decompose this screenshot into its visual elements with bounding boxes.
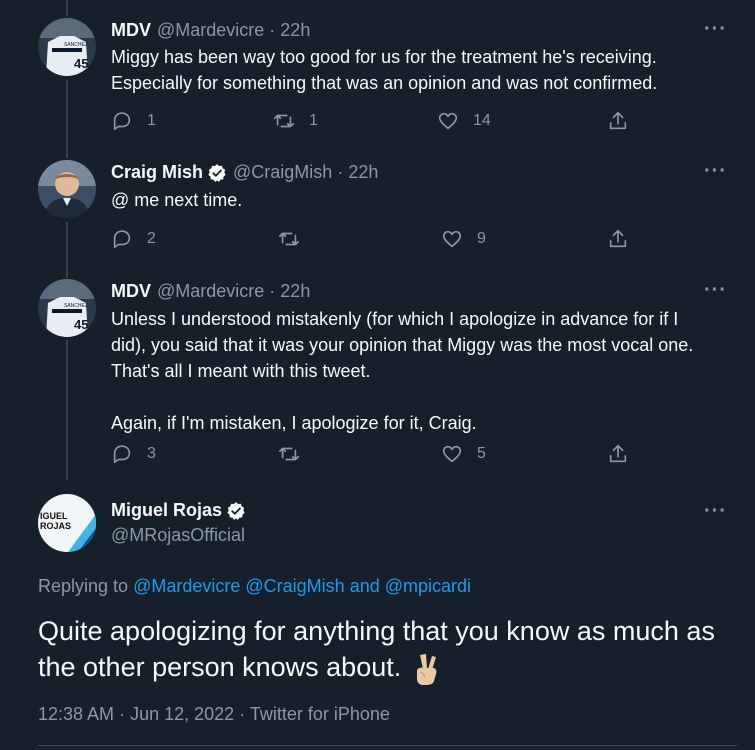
svg-text:45: 45 — [74, 317, 88, 332]
main-tweet-text: Quite apologizing for anything that you … — [38, 613, 738, 685]
tweet-text: Unless I understood mistakenly (for whic… — [111, 309, 694, 433]
reply-button[interactable]: 2 — [111, 228, 156, 250]
tweet-meta: 12:38 AM · Jun 12, 2022 · Twitter for iP… — [38, 704, 390, 725]
share-button[interactable] — [607, 443, 629, 465]
tweet-date[interactable]: Jun 12, 2022 — [130, 704, 234, 724]
tweet-source[interactable]: Twitter for iPhone — [250, 704, 390, 724]
jersey-avatar-icon: 45 SANCHEZ — [38, 18, 96, 76]
mention-and: and — [349, 576, 380, 596]
tweet-header: MDV @Mardevicre · 22h — [111, 20, 310, 41]
author-name[interactable]: Craig Mish — [111, 162, 203, 183]
author-handle[interactable]: @Mardevicre — [157, 20, 264, 41]
timestamp[interactable]: 22h — [280, 281, 310, 302]
tweet-text: @ me next time. — [111, 190, 243, 210]
retweet-count: 1 — [309, 112, 318, 129]
separator: · — [239, 704, 250, 724]
action-bar: 1 1 14 — [111, 110, 641, 134]
reply-button[interactable]: 3 — [111, 443, 156, 465]
reply-count: 3 — [147, 445, 156, 462]
timestamp[interactable]: 22h — [280, 20, 310, 41]
retweet-icon — [279, 447, 299, 461]
more-options-button[interactable]: ··· — [704, 279, 727, 302]
svg-text:45: 45 — [74, 56, 88, 71]
author-name[interactable]: MDV — [111, 281, 151, 302]
author-name[interactable]: MDV — [111, 20, 151, 41]
mention-link[interactable]: @Mardevicre — [133, 576, 240, 596]
verified-badge-icon — [208, 163, 226, 182]
author-name-line: Miguel Rojas — [111, 500, 246, 521]
reply-icon — [113, 112, 131, 131]
avatar[interactable]: IGUEL ROJAS — [38, 494, 96, 552]
retweet-button[interactable] — [278, 443, 314, 465]
author-handle[interactable]: @CraigMish — [233, 162, 332, 183]
tweet[interactable]: 45 SANCHEZ MDV @Mardevicre · 22h ··· Mig… — [0, 0, 755, 150]
replying-prefix: Replying to — [38, 576, 129, 596]
avatar[interactable] — [38, 160, 96, 218]
reply-button[interactable]: 1 — [111, 110, 156, 132]
reply-count: 1 — [147, 112, 156, 129]
retweet-button[interactable]: 1 — [273, 110, 318, 132]
more-options-button[interactable]: ··· — [704, 160, 727, 183]
author-handle[interactable]: @Mardevicre — [157, 281, 264, 302]
logo-avatar-icon: IGUEL ROJAS — [38, 494, 96, 552]
tweet[interactable]: Craig Mish @CraigMish · 22h ··· @ me nex… — [0, 150, 755, 270]
reply-icon — [113, 445, 131, 464]
like-button[interactable]: 9 — [441, 228, 486, 250]
person-avatar-icon — [38, 160, 96, 218]
main-tweet-body: Quite apologizing for anything that you … — [38, 616, 715, 682]
like-button[interactable]: 14 — [437, 110, 491, 132]
separator: · — [269, 281, 276, 301]
share-icon — [609, 229, 627, 248]
retweet-button[interactable] — [278, 228, 314, 250]
more-options-button[interactable]: ··· — [704, 500, 727, 523]
mention-link[interactable]: @mpicardi — [385, 576, 471, 596]
main-tweet: IGUEL ROJAS Miguel Rojas @MRojasOfficial… — [0, 480, 755, 750]
retweet-icon — [274, 114, 294, 128]
tweet-text: Miggy has been way too good for us for t… — [111, 47, 658, 93]
heart-icon — [442, 230, 462, 248]
share-button[interactable] — [607, 110, 629, 132]
like-count: 9 — [477, 230, 486, 247]
tweet-header: MDV @Mardevicre · 22h — [111, 281, 310, 302]
like-count: 5 — [477, 445, 486, 462]
author-handle[interactable]: @MRojasOfficial — [111, 525, 245, 546]
svg-text:IGUEL: IGUEL — [40, 511, 68, 521]
jersey-avatar-icon: 45 SANCHEZ — [38, 279, 96, 337]
like-count: 14 — [473, 112, 491, 129]
share-icon — [609, 111, 627, 130]
victory-hand-emoji-icon — [417, 653, 437, 685]
share-icon — [609, 444, 627, 463]
separator: · — [337, 162, 344, 182]
avatar[interactable]: 45 SANCHEZ — [38, 18, 96, 76]
svg-text:SANCHEZ: SANCHEZ — [64, 42, 88, 48]
retweet-icon — [279, 232, 299, 246]
reply-count: 2 — [147, 230, 156, 247]
svg-text:ROJAS: ROJAS — [40, 521, 71, 531]
separator: · — [269, 20, 276, 40]
author-name[interactable]: Miguel Rojas — [111, 500, 222, 521]
tweet-header: Craig Mish @CraigMish · 22h — [111, 162, 378, 183]
heart-icon — [438, 112, 458, 130]
tweet-time[interactable]: 12:38 AM — [38, 704, 114, 724]
reply-icon — [113, 230, 131, 249]
svg-text:SANCHEZ: SANCHEZ — [64, 303, 88, 309]
timestamp[interactable]: 22h — [348, 162, 378, 183]
action-bar: 3 5 — [111, 443, 641, 467]
avatar[interactable]: 45 SANCHEZ — [38, 279, 96, 337]
verified-badge-icon — [227, 501, 245, 520]
more-options-button[interactable]: ··· — [704, 18, 727, 41]
heart-icon — [442, 445, 462, 463]
separator: · — [119, 704, 131, 724]
like-button[interactable]: 5 — [441, 443, 486, 465]
replying-to: Replying to @Mardevicre @CraigMish and @… — [38, 576, 471, 597]
share-button[interactable] — [607, 228, 629, 250]
tweet[interactable]: 45 SANCHEZ MDV @Mardevicre · 22h ··· Unl… — [0, 270, 755, 480]
action-bar: 2 9 — [111, 228, 641, 252]
divider — [38, 745, 737, 746]
mention-link[interactable]: @CraigMish — [245, 576, 344, 596]
